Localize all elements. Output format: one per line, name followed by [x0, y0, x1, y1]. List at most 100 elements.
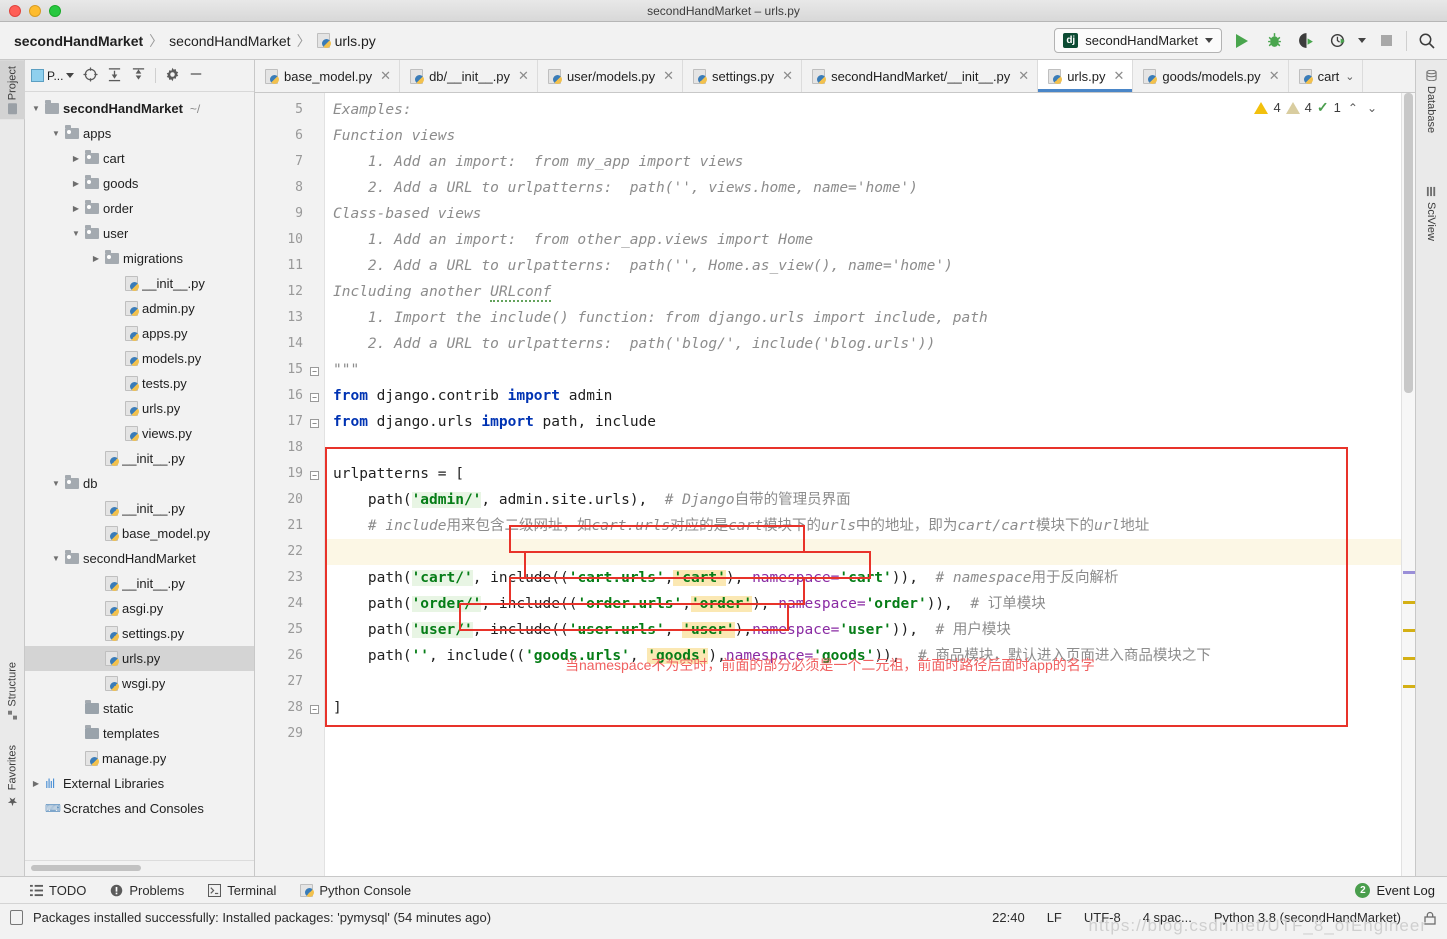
marker-warning[interactable]	[1403, 601, 1415, 604]
breadcrumb-item-file[interactable]: urls.py	[316, 33, 376, 49]
chevron-up-icon[interactable]: ⌃	[1346, 101, 1360, 115]
sidebar-tab-sciview[interactable]: SciView	[1415, 180, 1447, 247]
gear-icon[interactable]	[165, 67, 180, 85]
editor-tab-bar[interactable]: base_model.py ✕ db/__init__.py ✕ user/models…	[255, 60, 1415, 93]
code-editor[interactable]: 5 6 7 8 9 10 11 12 13 14 15 16 17 18 19 20 21 22 23 24 25 26 2…	[255, 93, 1415, 876]
tree-item-views-py[interactable]: views.py	[25, 421, 254, 446]
marker-warning[interactable]	[1403, 629, 1415, 632]
collapse-all-icon[interactable]	[131, 67, 146, 85]
tree-item-external-libraries[interactable]: ▶ ılıl External Libraries	[25, 771, 254, 796]
stop-button[interactable]	[1374, 29, 1398, 53]
scroll-from-source-icon[interactable]	[83, 66, 98, 85]
inspection-widget[interactable]: 4 4 ✓ 1 ⌃ ⌄	[1254, 99, 1379, 116]
breadcrumb-item-package[interactable]: secondHandMarket	[169, 33, 290, 49]
chevron-right-icon[interactable]: ▶	[71, 204, 81, 213]
close-tab-icon[interactable]: ✕	[1114, 68, 1125, 84]
scrollbar-thumb[interactable]	[31, 865, 141, 871]
chevron-down-icon[interactable]: ▼	[51, 479, 61, 488]
close-tab-icon[interactable]: ✕	[663, 68, 674, 84]
search-button[interactable]	[1415, 29, 1439, 53]
tree-item-db[interactable]: ▼ db	[25, 471, 254, 496]
close-tab-icon[interactable]: ✕	[1018, 68, 1029, 84]
code-text-area[interactable]: Examples: Function views 1. Add an impor…	[325, 93, 1401, 876]
tree-item-user[interactable]: ▼ user	[25, 221, 254, 246]
tree-item-asgi-py[interactable]: asgi.py	[25, 596, 254, 621]
close-tab-icon[interactable]: ✕	[518, 68, 529, 84]
fold-marker-icon[interactable]: −	[310, 471, 319, 480]
run-configuration-selector[interactable]: dj secondHandMarket	[1054, 28, 1222, 53]
editor-marker-strip[interactable]	[1401, 93, 1415, 876]
marker-warning[interactable]	[1403, 685, 1415, 688]
tree-item-admin-py[interactable]: admin.py	[25, 296, 254, 321]
expand-all-icon[interactable]	[107, 67, 122, 85]
sidebar-tab-structure[interactable]: Structure	[0, 656, 25, 726]
tool-window-todo[interactable]: TODO	[30, 883, 86, 898]
tree-item-goods[interactable]: ▶ goods	[25, 171, 254, 196]
tree-item-secondhandmarket[interactable]: ▼ secondHandMarket ~/	[25, 96, 254, 121]
close-tab-icon[interactable]: ✕	[380, 68, 391, 84]
notification-icon[interactable]	[10, 910, 23, 925]
tree-item-urls-py[interactable]: urls.py	[25, 646, 254, 671]
tree-item-wsgi-py[interactable]: wsgi.py	[25, 671, 254, 696]
editor-tab-goods-models-py[interactable]: goods/models.py ✕	[1133, 60, 1289, 92]
tree-item-order[interactable]: ▶ order	[25, 196, 254, 221]
close-tab-icon[interactable]: ✕	[1269, 68, 1280, 84]
chevron-down-icon[interactable]: ▼	[51, 129, 61, 138]
editor-tab-base-model-py[interactable]: base_model.py ✕	[255, 60, 401, 92]
tree-item-migrations[interactable]: ▶ migrations	[25, 246, 254, 271]
chevron-down-icon[interactable]: ⌄	[1345, 70, 1354, 83]
sidebar-tab-database[interactable]: Database	[1415, 64, 1447, 139]
more-run-options-chevron-icon[interactable]	[1358, 38, 1366, 43]
tree-item-static[interactable]: static	[25, 696, 254, 721]
tree-item-models-py[interactable]: models.py	[25, 346, 254, 371]
editor-tab-user-models-py[interactable]: user/models.py ✕	[538, 60, 683, 92]
hide-panel-icon[interactable]	[189, 67, 203, 84]
fold-marker-icon[interactable]: −	[310, 419, 319, 428]
chevron-right-icon[interactable]: ▶	[31, 779, 41, 788]
tree-item-manage-py[interactable]: manage.py	[25, 746, 254, 771]
sidebar-tab-project[interactable]: Project	[0, 60, 25, 120]
chevron-right-icon[interactable]: ▶	[71, 154, 81, 163]
fold-marker-icon[interactable]: −	[310, 705, 319, 714]
source-code[interactable]: Examples: Function views 1. Add an impor…	[325, 93, 1401, 721]
chevron-down-icon[interactable]: ▼	[51, 554, 61, 563]
chevron-down-icon[interactable]: ▼	[71, 229, 81, 238]
tree-item--init-py[interactable]: __init__.py	[25, 271, 254, 296]
tree-item-secondhandmarket[interactable]: ▼ secondHandMarket	[25, 546, 254, 571]
status-interpreter[interactable]: Python 3.8 (secondHandMarket)	[1214, 910, 1401, 925]
breadcrumb-item-project[interactable]: secondHandMarket	[14, 33, 143, 49]
editor-tab-db-init-py[interactable]: db/__init__.py ✕	[400, 60, 538, 92]
tree-item-tests-py[interactable]: tests.py	[25, 371, 254, 396]
tree-item-apps-py[interactable]: apps.py	[25, 321, 254, 346]
status-line-separator[interactable]: LF	[1047, 910, 1062, 925]
lock-icon[interactable]	[1423, 911, 1437, 925]
tool-window-problems[interactable]: Problems	[110, 883, 184, 898]
profile-button[interactable]	[1326, 29, 1350, 53]
scrollbar-thumb[interactable]	[1404, 93, 1413, 393]
editor-tab-secondhandmarket-init-py[interactable]: secondHandMarket/__init__.py ✕	[802, 60, 1039, 92]
tree-item-templates[interactable]: templates	[25, 721, 254, 746]
tree-item--init-py[interactable]: __init__.py	[25, 496, 254, 521]
chevron-down-icon[interactable]: ▼	[31, 104, 41, 113]
project-view-selector[interactable]: P...	[31, 69, 75, 83]
tree-item-urls-py[interactable]: urls.py	[25, 396, 254, 421]
event-log-button[interactable]: 2 Event Log	[1355, 882, 1447, 898]
editor-tab-settings-py[interactable]: settings.py ✕	[683, 60, 803, 92]
tree-item-apps[interactable]: ▼ apps	[25, 121, 254, 146]
tool-window-python-console[interactable]: Python Console	[300, 883, 411, 898]
tree-item-scratches-and-consoles[interactable]: ⌨ Scratches and Consoles	[25, 796, 254, 821]
editor-tab-cart[interactable]: cart ⌄	[1289, 60, 1364, 92]
run-coverage-button[interactable]	[1294, 29, 1318, 53]
close-tab-icon[interactable]: ✕	[782, 68, 793, 84]
tree-item--init-py[interactable]: __init__.py	[25, 571, 254, 596]
tool-window-terminal[interactable]: Terminal	[208, 883, 276, 898]
run-button[interactable]	[1230, 29, 1254, 53]
sidebar-tab-favorites[interactable]: ★ Favorites	[0, 739, 25, 814]
status-encoding[interactable]: UTF-8	[1084, 910, 1121, 925]
status-indent[interactable]: 4 spac...	[1143, 910, 1192, 925]
fold-marker-icon[interactable]: −	[310, 367, 319, 376]
chevron-right-icon[interactable]: ▶	[71, 179, 81, 188]
project-tree[interactable]: ▼ secondHandMarket ~/ ▼ apps ▶ cart ▶ goods ▶ orde…	[25, 92, 254, 860]
marker-warning[interactable]	[1403, 657, 1415, 660]
editor-tab-urls-py[interactable]: urls.py ✕	[1038, 60, 1134, 92]
